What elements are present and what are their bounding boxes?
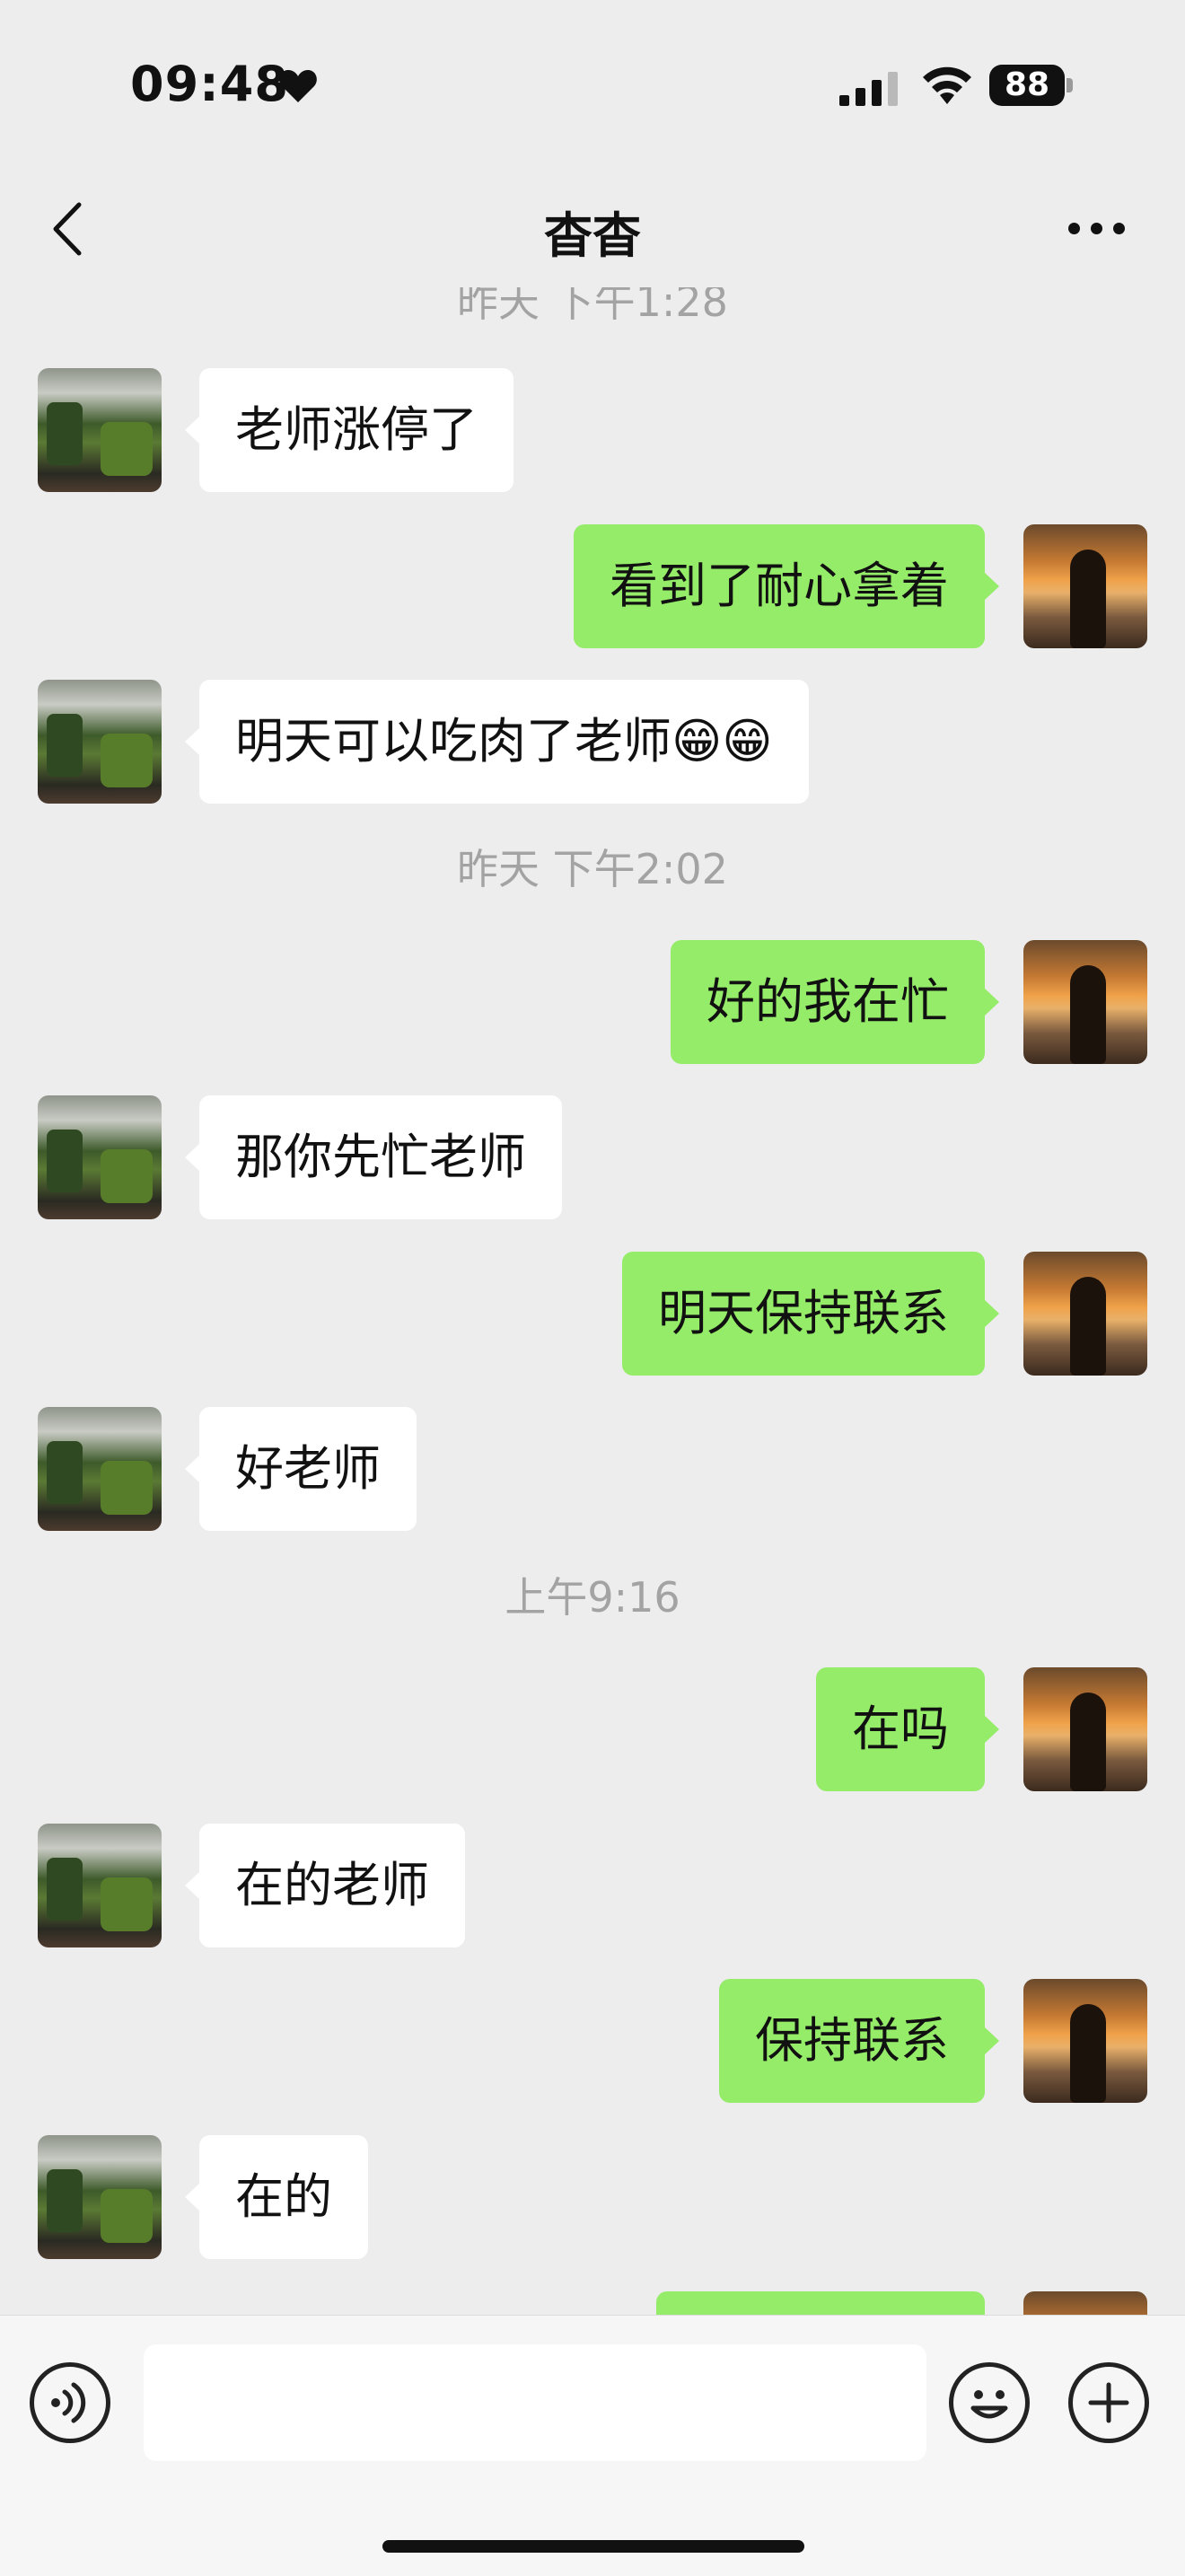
timestamp: 上午9:16 [505,1573,680,1622]
avatar[interactable] [38,1824,162,1947]
message-bubble-incoming[interactable]: 老师涨停了 [185,368,514,492]
avatar[interactable] [38,1095,162,1219]
avatar[interactable] [38,680,162,804]
signal-icon [839,72,898,106]
message-bubble-incoming[interactable]: 明天可以吃肉了老师😁😁 [185,680,809,804]
battery-icon: 88 [989,65,1074,106]
timestamp: 昨天 下午2:02 [457,845,728,893]
message-bubble-incoming[interactable]: 在的老师 [185,1824,465,1947]
avatar[interactable] [38,1407,162,1531]
avatar[interactable] [1023,1979,1147,2103]
avatar[interactable] [1023,1252,1147,1376]
message-bubble-outgoing[interactable]: 明天保持联系 [622,1252,999,1376]
message-input[interactable] [144,2344,926,2461]
avatar[interactable] [1023,2291,1147,2315]
message-bubble-incoming[interactable]: 那你先忙老师 [185,1095,562,1219]
status-bar: 09:48 88 [0,0,1185,171]
message-bubble-incoming[interactable]: 在的 [185,2135,368,2259]
message-bubble-outgoing[interactable]: 好的我在忙 [671,940,999,1064]
message-bubble-incoming[interactable]: 好老师 [185,1407,417,1531]
heart-icon [279,70,317,102]
input-bar [0,2315,1185,2576]
message-list[interactable]: 昨天 下午1:28 老师涨停了 看到了耐心拿着 明天可以吃肉了老师😁😁 昨天 下… [0,269,1185,2315]
emoji-icon[interactable] [949,2362,1030,2443]
message-bubble-outgoing[interactable] [656,2291,985,2315]
avatar[interactable] [1023,940,1147,1064]
chat-header: 杳杳 [0,171,1185,287]
chat-title: 杳杳 [544,207,641,264]
more-icon[interactable] [1068,217,1126,241]
message-bubble-outgoing[interactable]: 看到了耐心拿着 [574,524,999,648]
home-indicator [382,2540,804,2553]
voice-icon[interactable] [30,2362,110,2443]
message-bubble-outgoing[interactable]: 在吗 [816,1667,999,1791]
avatar[interactable] [38,368,162,492]
message-bubble-outgoing[interactable]: 保持联系 [719,1979,999,2103]
status-time: 09:48 [130,56,289,112]
avatar[interactable] [1023,1667,1147,1791]
plus-icon[interactable] [1068,2362,1149,2443]
wifi-icon [923,66,971,104]
avatar[interactable] [1023,524,1147,648]
battery-level: 88 [989,65,1065,106]
avatar[interactable] [38,2135,162,2259]
